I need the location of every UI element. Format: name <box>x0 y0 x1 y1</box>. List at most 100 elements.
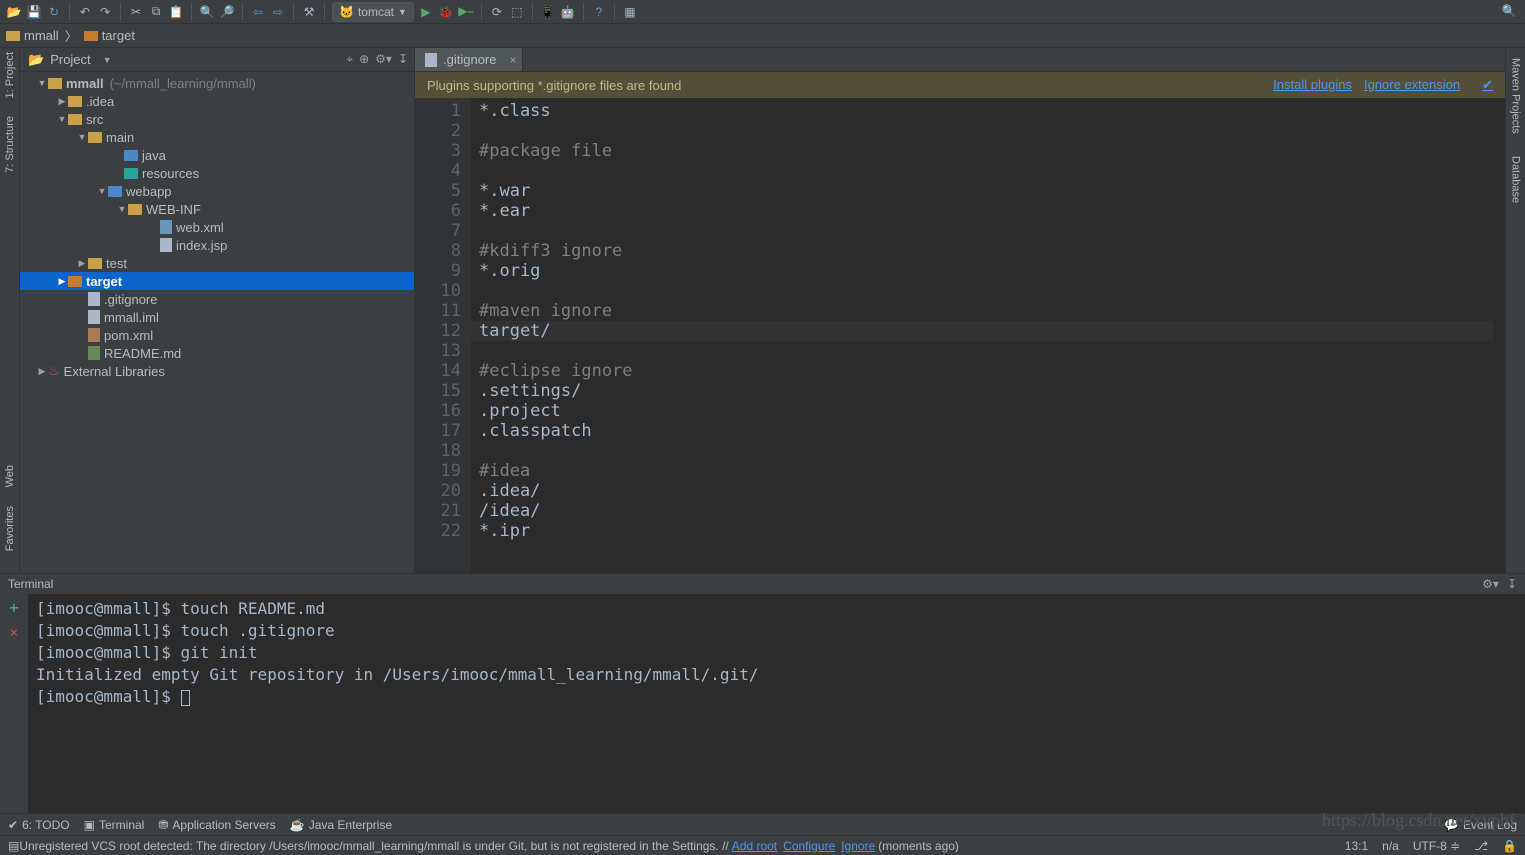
tree-item[interactable]: README.md <box>20 344 414 362</box>
breadcrumb-bar: mmall 〉 target <box>0 24 1525 48</box>
status-cursor-pos[interactable]: 13:1 <box>1345 839 1368 853</box>
status-link-ignore[interactable]: Ignore <box>841 839 875 853</box>
editor-tab-gitignore[interactable]: .gitignore × <box>415 48 523 71</box>
ignore-extension-link[interactable]: Ignore extension <box>1364 77 1460 93</box>
tree-item-label: WEB-INF <box>146 202 201 217</box>
tree-item[interactable]: ▼ WEB-INF <box>20 200 414 218</box>
breadcrumb-label: mmall <box>24 28 59 43</box>
tree-item[interactable]: java <box>20 146 414 164</box>
status-encoding[interactable]: UTF-8 <box>1413 839 1447 853</box>
tree-item[interactable]: web.xml <box>20 218 414 236</box>
tree-item[interactable]: ▼ src <box>20 110 414 128</box>
open-icon[interactable]: 📂 <box>6 4 22 20</box>
zoom-out-icon[interactable]: 🔎 <box>219 4 235 20</box>
gear-icon[interactable]: ⚙▾ <box>375 52 392 67</box>
breadcrumb-label: target <box>102 28 135 43</box>
tool-tab-favorites[interactable]: Favorites <box>4 506 16 551</box>
terminal-side-actions: + × <box>0 594 28 813</box>
tree-item-label: External Libraries <box>64 364 165 379</box>
collapse-icon[interactable]: ⌖ <box>346 52 353 67</box>
coverage-icon[interactable]: ▶⎯ <box>458 4 474 20</box>
gear-icon[interactable]: ⚙▾ <box>1482 577 1499 591</box>
tree-item-label: mmall <box>66 76 104 91</box>
lock-icon[interactable]: 🔒 <box>1502 839 1517 853</box>
tab-terminal[interactable]: ▣ Terminal <box>84 818 145 832</box>
hide-icon[interactable]: ↧ <box>398 52 408 67</box>
add-terminal-icon[interactable]: + <box>9 598 19 617</box>
tool-tab-maven[interactable]: Maven Projects <box>1510 58 1522 134</box>
folder-icon <box>6 31 20 41</box>
sync-icon[interactable]: ↻ <box>46 4 62 20</box>
run-config-dropdown[interactable]: 🐱 tomcat ▼ <box>332 2 414 22</box>
android-icon[interactable]: 🤖 <box>560 4 576 20</box>
code-area[interactable]: *.class #package file *.war*.ear #kdiff3… <box>471 98 1505 573</box>
cut-icon[interactable]: ✂ <box>128 4 144 20</box>
breadcrumb-item[interactable]: mmall <box>6 28 59 43</box>
status-link-configure[interactable]: Configure <box>783 839 835 853</box>
tree-item[interactable]: resources <box>20 164 414 182</box>
terminal-title: Terminal <box>8 577 53 591</box>
tree-item[interactable]: index.jsp <box>20 236 414 254</box>
run-icon[interactable]: ▶ <box>418 4 434 20</box>
main-row: 1: Project 7: Structure Web Favorites 📂 … <box>0 48 1525 573</box>
back-icon[interactable]: ⇦ <box>250 4 266 20</box>
status-message: Unregistered VCS root detected: The dire… <box>19 839 728 853</box>
tree-item-label: resources <box>142 166 199 181</box>
tree-item[interactable]: pom.xml <box>20 326 414 344</box>
redo-icon[interactable]: ↷ <box>97 4 113 20</box>
tree-item-label: src <box>86 112 103 127</box>
left-tool-strip: 1: Project 7: Structure Web Favorites <box>0 48 20 573</box>
help-icon[interactable]: ? <box>591 4 607 20</box>
project-panel-title: Project <box>50 52 90 67</box>
close-terminal-icon[interactable]: × <box>10 625 18 641</box>
zoom-in-icon[interactable]: 🔍 <box>199 4 215 20</box>
git-branch-icon[interactable]: ⎇ <box>1474 839 1488 853</box>
tool-tab-structure[interactable]: 7: Structure <box>4 116 16 173</box>
tree-item-label: index.jsp <box>176 238 227 253</box>
terminal-output[interactable]: [imooc@mmall]$ touch README.md[imooc@mma… <box>28 594 1525 813</box>
tab-javaee[interactable]: ☕ Java Enterprise <box>290 818 392 832</box>
tree-item-selected[interactable]: ▶ target <box>20 272 414 290</box>
search-icon[interactable]: 🔍 <box>1501 3 1517 19</box>
project-tree[interactable]: ▼ mmall (~/mmall_learning/mmall) ▶ .idea… <box>20 72 414 573</box>
paste-icon[interactable]: 📋 <box>168 4 184 20</box>
forward-icon[interactable]: ⇨ <box>270 4 286 20</box>
build-icon[interactable]: ⚒ <box>301 4 317 20</box>
tab-todo[interactable]: ✔ 6: TODO <box>8 818 70 832</box>
tool-tab-database[interactable]: Database <box>1510 156 1522 203</box>
tree-root[interactable]: ▼ mmall (~/mmall_learning/mmall) <box>20 74 414 92</box>
tree-item[interactable]: ▶ .idea <box>20 92 414 110</box>
expand-icon[interactable]: ⊕ <box>359 52 369 67</box>
tree-external-libs[interactable]: ▶♨ External Libraries <box>20 362 414 380</box>
tree-item[interactable]: ▼ main <box>20 128 414 146</box>
debug-icon[interactable]: 🐞 <box>438 4 454 20</box>
install-plugins-link[interactable]: Install plugins <box>1273 77 1352 93</box>
tool-tab-web[interactable]: Web <box>4 465 16 487</box>
rerun-icon[interactable]: ⟳ <box>489 4 505 20</box>
editor-body[interactable]: 12345678910111213141516171819202122 *.cl… <box>415 98 1505 573</box>
tree-item-label: mmall.iml <box>104 310 159 325</box>
save-icon[interactable]: 💾 <box>26 4 42 20</box>
avd-icon[interactable]: 📱 <box>540 4 556 20</box>
status-link-add-root[interactable]: Add root <box>732 839 777 853</box>
project-panel: 📂 Project ▼ ⌖ ⊕ ⚙▾ ↧ ▼ mmall (~/mmall_le… <box>20 48 415 573</box>
tree-item-label: webapp <box>126 184 172 199</box>
tree-item[interactable]: ▶ test <box>20 254 414 272</box>
undo-icon[interactable]: ↶ <box>77 4 93 20</box>
plugins-notice-bar: Plugins supporting *.gitignore files are… <box>415 72 1505 98</box>
file-icon <box>425 53 437 67</box>
tree-item[interactable]: ▼ webapp <box>20 182 414 200</box>
tool-tab-project[interactable]: 1: Project <box>4 52 16 98</box>
tree-item[interactable]: mmall.iml <box>20 308 414 326</box>
hide-icon[interactable]: ↧ <box>1507 577 1517 591</box>
tree-item-label: README.md <box>104 346 181 361</box>
status-insert-mode[interactable]: n/a <box>1382 839 1399 853</box>
close-icon[interactable]: × <box>509 53 516 67</box>
copy-icon[interactable]: ⧉ <box>148 4 164 20</box>
breadcrumb-item[interactable]: target <box>84 28 135 43</box>
misc-icon[interactable]: ▦ <box>622 4 638 20</box>
tree-item[interactable]: .gitignore <box>20 290 414 308</box>
tab-appservers[interactable]: ⛃ Application Servers <box>158 818 275 832</box>
right-tool-strip: Maven Projects Database <box>1505 48 1525 573</box>
stop-icon[interactable]: ⬚ <box>509 4 525 20</box>
